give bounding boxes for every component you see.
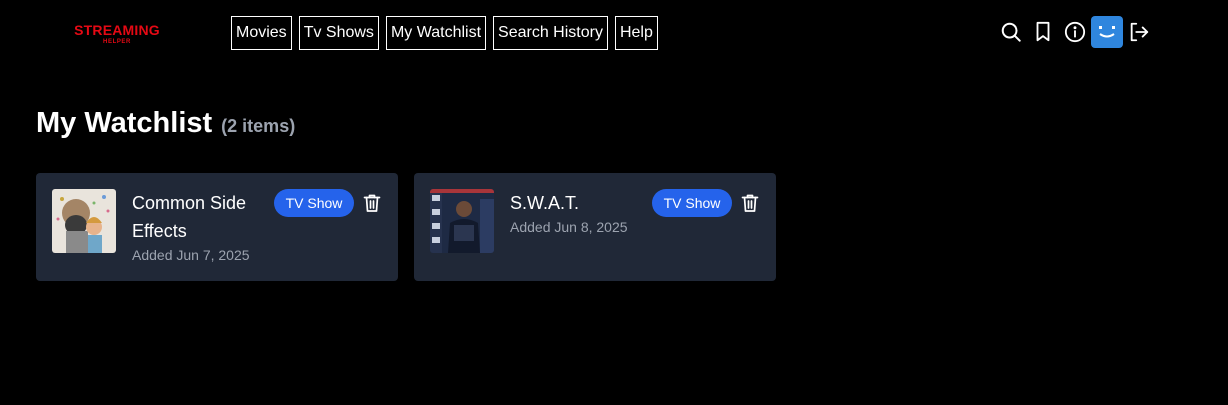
brand-logo[interactable]: STREAMING HELPER xyxy=(70,22,164,46)
type-badge[interactable]: TV Show xyxy=(274,189,354,217)
nav-movies[interactable]: Movies xyxy=(231,16,292,50)
brand-sub: HELPER xyxy=(103,39,131,45)
profile-avatar[interactable] xyxy=(1091,16,1123,48)
trash-icon[interactable] xyxy=(362,193,382,213)
logout-icon xyxy=(1130,22,1149,42)
item-count: (2 items) xyxy=(221,116,296,136)
nav-my-watchlist[interactable]: My Watchlist xyxy=(385,16,487,50)
bookmark-icon xyxy=(1036,21,1050,42)
added-date: Added Jun 7, 2025 xyxy=(132,247,250,263)
poster-thumbnail[interactable] xyxy=(52,189,116,253)
watchlist-card[interactable]: S.W.A.T. Added Jun 8, 2025 TV Show xyxy=(414,173,776,281)
added-date: Added Jun 8, 2025 xyxy=(510,219,628,235)
page-title-text: My Watchlist xyxy=(36,107,213,139)
main-nav: Movies Tv Shows My Watchlist Search Hist… xyxy=(231,16,658,50)
smiley-face-icon xyxy=(1099,26,1115,38)
item-title[interactable]: Common Side Effects xyxy=(132,189,272,245)
info-button[interactable] xyxy=(1059,16,1091,48)
nav-search-history[interactable]: Search History xyxy=(493,16,608,50)
search-button[interactable] xyxy=(995,16,1027,48)
item-title[interactable]: S.W.A.T. xyxy=(510,189,650,217)
watchlist-grid: Common Side Effects Added Jun 7, 2025 TV… xyxy=(36,173,776,281)
logout-button[interactable] xyxy=(1123,16,1155,48)
nav-help[interactable]: Help xyxy=(614,16,658,50)
brand-name: STREAMING xyxy=(74,22,160,38)
bookmark-button[interactable] xyxy=(1027,16,1059,48)
header-actions xyxy=(995,16,1155,48)
poster-thumbnail[interactable] xyxy=(430,189,494,253)
page-title: My Watchlist (2 items) xyxy=(36,107,295,140)
info-icon xyxy=(1064,21,1086,43)
watchlist-card[interactable]: Common Side Effects Added Jun 7, 2025 TV… xyxy=(36,173,398,281)
search-icon xyxy=(1001,22,1021,42)
type-badge[interactable]: TV Show xyxy=(652,189,732,217)
nav-tv-shows[interactable]: Tv Shows xyxy=(298,16,379,50)
trash-icon[interactable] xyxy=(740,193,760,213)
